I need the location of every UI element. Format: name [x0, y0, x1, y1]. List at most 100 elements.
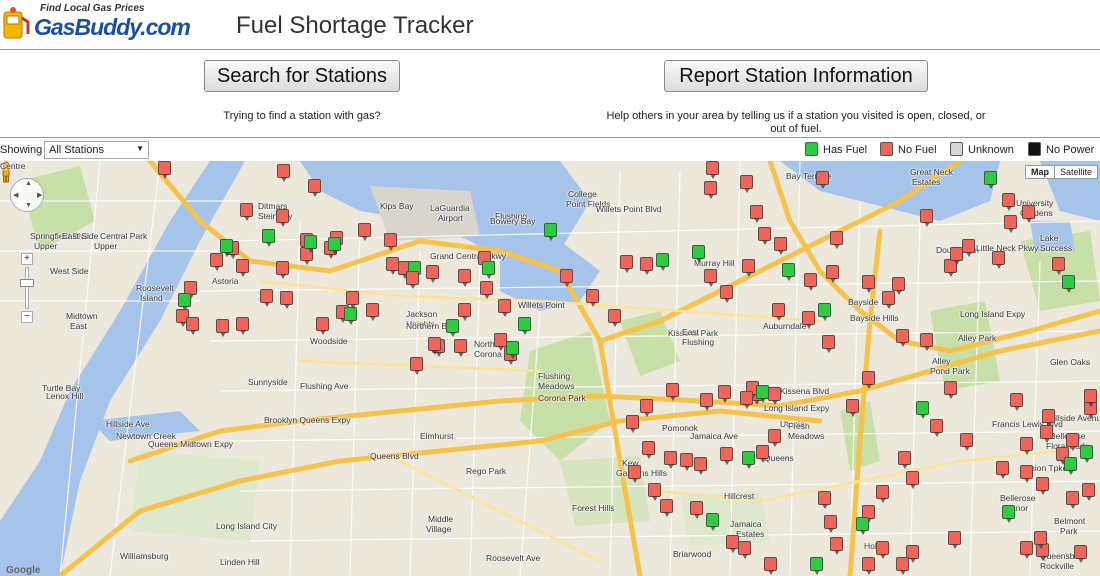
- zoom-out-button[interactable]: −: [21, 311, 33, 323]
- station-marker-no-fuel[interactable]: [950, 247, 963, 265]
- station-marker-no-fuel[interactable]: [876, 485, 889, 503]
- station-marker-no-fuel[interactable]: [830, 537, 843, 555]
- station-filter-select[interactable]: All Stations ▼: [44, 141, 149, 159]
- station-marker-no-fuel[interactable]: [824, 515, 837, 533]
- station-marker-no-fuel[interactable]: [826, 265, 839, 283]
- station-marker-has-fuel[interactable]: [1062, 275, 1075, 293]
- station-marker-has-fuel[interactable]: [304, 235, 317, 253]
- station-marker-no-fuel[interactable]: [862, 275, 875, 293]
- station-marker-no-fuel[interactable]: [960, 433, 973, 451]
- station-marker-no-fuel[interactable]: [276, 209, 289, 227]
- station-marker-has-fuel[interactable]: [856, 517, 869, 535]
- station-marker-no-fuel[interactable]: [768, 429, 781, 447]
- station-marker-no-fuel[interactable]: [962, 239, 975, 257]
- station-marker-no-fuel[interactable]: [1020, 437, 1033, 455]
- station-marker-no-fuel[interactable]: [768, 387, 781, 405]
- station-marker-no-fuel[interactable]: [898, 451, 911, 469]
- station-marker-has-fuel[interactable]: [178, 293, 191, 311]
- station-marker-no-fuel[interactable]: [944, 381, 957, 399]
- map-type-map-button[interactable]: Map: [1026, 166, 1054, 178]
- station-marker-no-fuel[interactable]: [428, 337, 441, 355]
- station-marker-no-fuel[interactable]: [640, 257, 653, 275]
- station-marker-no-fuel[interactable]: [410, 357, 423, 375]
- station-marker-no-fuel[interactable]: [1036, 477, 1049, 495]
- station-marker-no-fuel[interactable]: [1066, 433, 1079, 451]
- station-marker-no-fuel[interactable]: [186, 317, 199, 335]
- station-marker-no-fuel[interactable]: [276, 261, 289, 279]
- station-marker-no-fuel[interactable]: [882, 291, 895, 309]
- station-marker-no-fuel[interactable]: [236, 259, 249, 277]
- station-marker-no-fuel[interactable]: [308, 179, 321, 197]
- station-marker-no-fuel[interactable]: [718, 385, 731, 403]
- station-marker-no-fuel[interactable]: [892, 277, 905, 295]
- station-marker-has-fuel[interactable]: [1064, 457, 1077, 475]
- station-marker-has-fuel[interactable]: [220, 239, 233, 257]
- station-marker-has-fuel[interactable]: [656, 253, 669, 271]
- station-marker-no-fuel[interactable]: [726, 535, 739, 553]
- station-marker-no-fuel[interactable]: [742, 259, 755, 277]
- station-marker-no-fuel[interactable]: [896, 557, 909, 575]
- station-marker-no-fuel[interactable]: [666, 383, 679, 401]
- station-marker-no-fuel[interactable]: [458, 303, 471, 321]
- station-marker-no-fuel[interactable]: [1002, 193, 1015, 211]
- station-marker-no-fuel[interactable]: [628, 465, 641, 483]
- pan-down-icon[interactable]: ▼: [25, 202, 32, 209]
- station-marker-no-fuel[interactable]: [694, 457, 707, 475]
- station-marker-no-fuel[interactable]: [346, 291, 359, 309]
- station-marker-no-fuel[interactable]: [384, 233, 397, 251]
- station-marker-has-fuel[interactable]: [446, 319, 459, 337]
- station-marker-has-fuel[interactable]: [1002, 505, 1015, 523]
- station-marker-no-fuel[interactable]: [1042, 409, 1055, 427]
- station-marker-no-fuel[interactable]: [454, 339, 467, 357]
- station-marker-no-fuel[interactable]: [920, 333, 933, 351]
- station-marker-no-fuel[interactable]: [690, 501, 703, 519]
- station-marker-no-fuel[interactable]: [862, 557, 875, 575]
- station-marker-no-fuel[interactable]: [816, 171, 829, 189]
- map-type-satellite-button[interactable]: Satellite: [1053, 166, 1097, 178]
- station-marker-no-fuel[interactable]: [1082, 483, 1095, 501]
- pan-right-icon[interactable]: ▶: [37, 191, 42, 199]
- station-marker-has-fuel[interactable]: [818, 303, 831, 321]
- station-marker-no-fuel[interactable]: [620, 255, 633, 273]
- station-marker-no-fuel[interactable]: [774, 237, 787, 255]
- station-marker-no-fuel[interactable]: [1010, 393, 1023, 411]
- station-marker-no-fuel[interactable]: [704, 181, 717, 199]
- station-marker-no-fuel[interactable]: [862, 371, 875, 389]
- station-marker-no-fuel[interactable]: [640, 399, 653, 417]
- station-marker-no-fuel[interactable]: [756, 445, 769, 463]
- station-marker-no-fuel[interactable]: [660, 499, 673, 517]
- station-marker-has-fuel[interactable]: [742, 451, 755, 469]
- station-marker-no-fuel[interactable]: [260, 289, 273, 307]
- station-marker-no-fuel[interactable]: [366, 303, 379, 321]
- station-marker-has-fuel[interactable]: [482, 261, 495, 279]
- station-marker-no-fuel[interactable]: [772, 303, 785, 321]
- station-marker-has-fuel[interactable]: [692, 245, 705, 263]
- station-marker-no-fuel[interactable]: [316, 317, 329, 335]
- pegman-icon[interactable]: [0, 161, 12, 183]
- station-marker-no-fuel[interactable]: [700, 393, 713, 411]
- station-marker-no-fuel[interactable]: [1074, 545, 1087, 563]
- station-marker-no-fuel[interactable]: [720, 285, 733, 303]
- station-marker-no-fuel[interactable]: [480, 281, 493, 299]
- report-station-button[interactable]: Report Station Information: [664, 60, 928, 92]
- station-marker-no-fuel[interactable]: [236, 317, 249, 335]
- pan-up-icon[interactable]: ▲: [25, 180, 32, 187]
- station-marker-no-fuel[interactable]: [738, 541, 751, 559]
- search-for-stations-button[interactable]: Search for Stations: [204, 60, 400, 92]
- station-marker-has-fuel[interactable]: [782, 263, 795, 281]
- pan-left-icon[interactable]: ◀: [13, 191, 18, 199]
- station-marker-no-fuel[interactable]: [358, 223, 371, 241]
- station-marker-no-fuel[interactable]: [1034, 531, 1047, 549]
- station-marker-no-fuel[interactable]: [586, 289, 599, 307]
- station-marker-has-fuel[interactable]: [518, 317, 531, 335]
- station-marker-no-fuel[interactable]: [846, 399, 859, 417]
- station-marker-has-fuel[interactable]: [506, 341, 519, 359]
- station-marker-no-fuel[interactable]: [704, 269, 717, 287]
- station-marker-no-fuel[interactable]: [996, 461, 1009, 479]
- station-marker-no-fuel[interactable]: [802, 311, 815, 329]
- station-marker-no-fuel[interactable]: [740, 391, 753, 409]
- station-marker-no-fuel[interactable]: [1020, 541, 1033, 559]
- station-marker-has-fuel[interactable]: [262, 229, 275, 247]
- station-marker-no-fuel[interactable]: [608, 309, 621, 327]
- station-marker-no-fuel[interactable]: [706, 161, 719, 179]
